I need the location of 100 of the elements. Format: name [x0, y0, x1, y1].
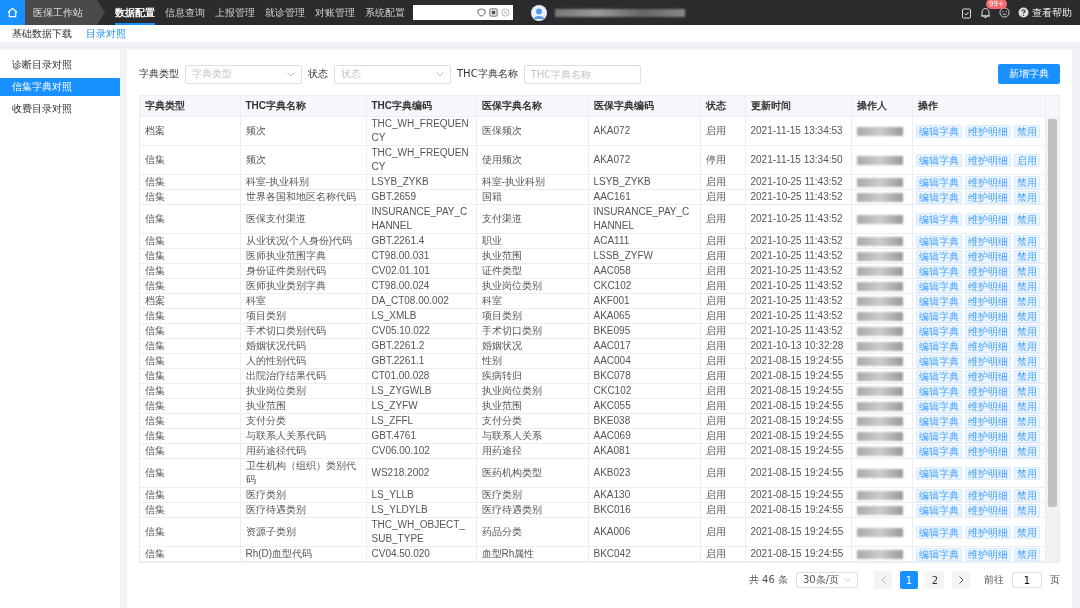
- action-button[interactable]: 禁用: [1013, 488, 1040, 502]
- action-button[interactable]: 维护明细: [964, 249, 1011, 263]
- action-button[interactable]: 维护明细: [964, 466, 1011, 480]
- action-button[interactable]: 编辑字典: [915, 234, 962, 248]
- action-button[interactable]: 禁用: [1013, 444, 1040, 458]
- select-field[interactable]: 状态: [334, 64, 451, 84]
- action-button[interactable]: 编辑字典: [915, 444, 962, 458]
- avatar-icon[interactable]: [531, 4, 547, 21]
- action-button[interactable]: 禁用: [1013, 503, 1040, 517]
- action-button[interactable]: 禁用: [1013, 369, 1040, 383]
- action-button[interactable]: 编辑字典: [915, 124, 962, 138]
- nav-tab[interactable]: 上报管理: [215, 0, 255, 25]
- action-button[interactable]: 编辑字典: [915, 212, 962, 226]
- action-button[interactable]: 编辑字典: [915, 175, 962, 189]
- page-input[interactable]: 1: [1012, 572, 1042, 588]
- action-button[interactable]: 维护明细: [964, 124, 1011, 138]
- action-button[interactable]: 维护明细: [964, 369, 1011, 383]
- clipboard-icon[interactable]: [961, 6, 972, 19]
- action-button[interactable]: 维护明细: [964, 234, 1011, 248]
- action-button[interactable]: 禁用: [1013, 384, 1040, 398]
- action-button[interactable]: 维护明细: [964, 414, 1011, 428]
- action-button[interactable]: 禁用: [1013, 547, 1040, 561]
- action-button[interactable]: 禁用: [1013, 175, 1040, 189]
- action-button[interactable]: 禁用: [1013, 264, 1040, 278]
- workstation-tab[interactable]: 医保工作站: [25, 0, 105, 25]
- action-button[interactable]: 编辑字典: [915, 525, 962, 539]
- action-button[interactable]: 维护明细: [964, 294, 1011, 308]
- action-button[interactable]: 编辑字典: [915, 399, 962, 413]
- action-button[interactable]: 编辑字典: [915, 339, 962, 353]
- page-button[interactable]: 1: [900, 571, 918, 589]
- action-button[interactable]: 编辑字典: [915, 324, 962, 338]
- action-button[interactable]: 维护明细: [964, 429, 1011, 443]
- action-button[interactable]: 编辑字典: [915, 466, 962, 480]
- action-button[interactable]: 维护明细: [964, 153, 1011, 167]
- action-button[interactable]: 禁用: [1013, 339, 1040, 353]
- action-button[interactable]: 禁用: [1013, 279, 1040, 293]
- nav-tab[interactable]: 对账管理: [315, 0, 355, 25]
- action-button[interactable]: 禁用: [1013, 190, 1040, 204]
- action-button[interactable]: 维护明细: [964, 354, 1011, 368]
- bell-icon[interactable]: [980, 6, 991, 19]
- action-button[interactable]: 编辑字典: [915, 547, 962, 561]
- action-button[interactable]: 维护明细: [964, 384, 1011, 398]
- action-button[interactable]: 维护明细: [964, 309, 1011, 323]
- nav-tab[interactable]: 就诊管理: [265, 0, 305, 25]
- action-button[interactable]: 维护明细: [964, 399, 1011, 413]
- action-button[interactable]: 维护明细: [964, 279, 1011, 293]
- action-button[interactable]: 维护明细: [964, 525, 1011, 539]
- help-link[interactable]: 查看帮助: [1032, 5, 1072, 20]
- page-size-select[interactable]: 30条/页: [796, 572, 858, 588]
- action-button[interactable]: 编辑字典: [915, 503, 962, 517]
- action-button[interactable]: 启用: [1013, 153, 1040, 167]
- action-button[interactable]: 禁用: [1013, 212, 1040, 226]
- action-button[interactable]: 禁用: [1013, 249, 1040, 263]
- action-button[interactable]: 编辑字典: [915, 249, 962, 263]
- action-button[interactable]: 维护明细: [964, 190, 1011, 204]
- action-button[interactable]: 禁用: [1013, 429, 1040, 443]
- action-button[interactable]: 编辑字典: [915, 414, 962, 428]
- action-button[interactable]: 禁用: [1013, 354, 1040, 368]
- action-button[interactable]: 编辑字典: [915, 153, 962, 167]
- action-button[interactable]: 编辑字典: [915, 488, 962, 502]
- action-button[interactable]: 编辑字典: [915, 264, 962, 278]
- action-button[interactable]: 禁用: [1013, 309, 1040, 323]
- clear-icon[interactable]: [501, 8, 510, 17]
- action-button[interactable]: 禁用: [1013, 399, 1040, 413]
- action-button[interactable]: 维护明细: [964, 444, 1011, 458]
- sub-nav-tab[interactable]: 目录对照: [86, 26, 126, 41]
- help-icon[interactable]: [1018, 7, 1029, 18]
- action-button[interactable]: 维护明细: [964, 339, 1011, 353]
- action-button[interactable]: 维护明细: [964, 503, 1011, 517]
- next-page-button[interactable]: [952, 571, 970, 589]
- action-button[interactable]: 维护明细: [964, 547, 1011, 561]
- action-button[interactable]: 维护明细: [964, 212, 1011, 226]
- action-button[interactable]: 禁用: [1013, 525, 1040, 539]
- action-button[interactable]: 禁用: [1013, 466, 1040, 480]
- action-button[interactable]: 编辑字典: [915, 190, 962, 204]
- action-button[interactable]: 禁用: [1013, 234, 1040, 248]
- search-field[interactable]: [413, 5, 513, 20]
- sidebar-item[interactable]: 诊断目录对照: [0, 56, 120, 74]
- action-button[interactable]: 禁用: [1013, 124, 1040, 138]
- nav-tab[interactable]: 信息查询: [165, 0, 205, 25]
- action-button[interactable]: 维护明细: [964, 324, 1011, 338]
- action-button[interactable]: 编辑字典: [915, 354, 962, 368]
- action-button[interactable]: 编辑字典: [915, 429, 962, 443]
- sub-nav-tab[interactable]: 基础数据下载: [12, 26, 72, 41]
- action-button[interactable]: 禁用: [1013, 414, 1040, 428]
- action-button[interactable]: 编辑字典: [915, 384, 962, 398]
- action-button[interactable]: 编辑字典: [915, 309, 962, 323]
- action-button[interactable]: 禁用: [1013, 294, 1040, 308]
- smiley-icon[interactable]: [999, 7, 1010, 18]
- home-button[interactable]: [0, 0, 25, 25]
- page-button[interactable]: 2: [926, 571, 944, 589]
- action-button[interactable]: 维护明细: [964, 264, 1011, 278]
- add-button[interactable]: 新增字典: [998, 64, 1060, 84]
- action-button[interactable]: 编辑字典: [915, 279, 962, 293]
- action-button[interactable]: 维护明细: [964, 488, 1011, 502]
- nav-tab[interactable]: 系统配置: [365, 0, 405, 25]
- sidebar-item[interactable]: 信集字典对照: [0, 78, 120, 96]
- action-button[interactable]: 维护明细: [964, 175, 1011, 189]
- action-button[interactable]: 禁用: [1013, 324, 1040, 338]
- action-button[interactable]: 编辑字典: [915, 294, 962, 308]
